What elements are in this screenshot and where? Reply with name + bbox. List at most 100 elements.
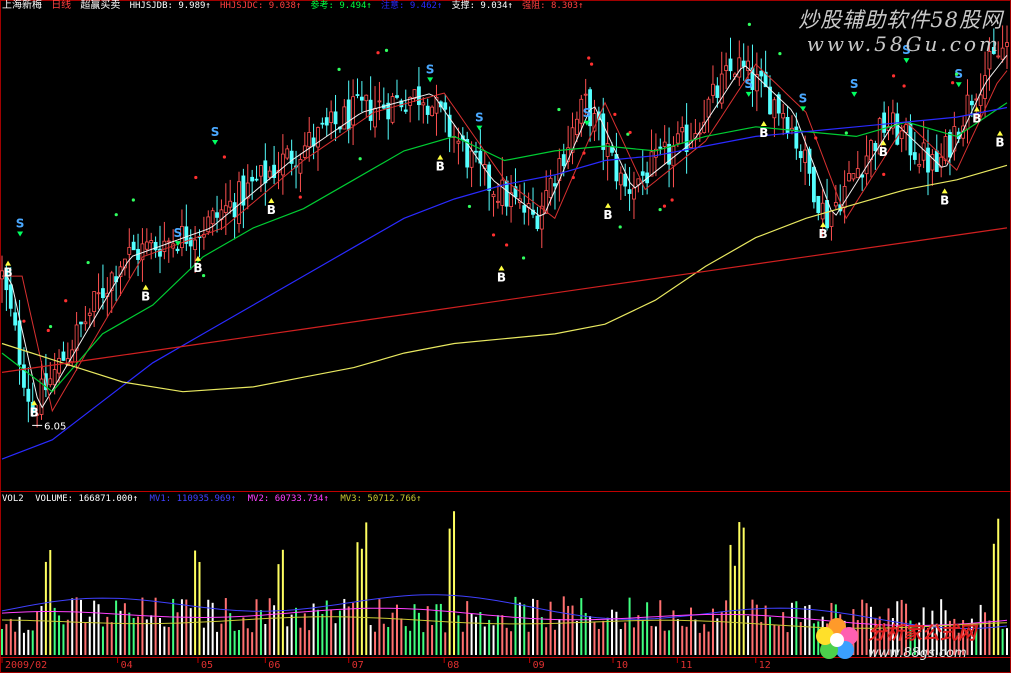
marker-dot (46, 328, 50, 333)
volume-bar (773, 624, 776, 655)
volume-bar (259, 609, 262, 655)
x-tick-label: 07 (352, 660, 364, 671)
candle-body (316, 127, 320, 148)
volume-bar (220, 623, 223, 655)
volume-bar (474, 616, 477, 655)
low-price-label: 6.05 (44, 421, 66, 432)
candle-body (175, 248, 180, 252)
candle-body (52, 369, 57, 386)
x-tick-label: 06 (268, 660, 280, 671)
volume-bar (992, 543, 995, 655)
volume-bar (553, 629, 556, 655)
volume-bar (650, 625, 653, 655)
volume-bar (62, 624, 65, 655)
marker-dot (582, 151, 586, 155)
candle-body (711, 83, 715, 96)
volume-bar (14, 631, 17, 655)
volume-bar (786, 632, 789, 655)
volume-bar (720, 611, 723, 655)
volume-bar (334, 623, 337, 655)
volume-bar (593, 622, 596, 655)
period-label: 日线 (51, 0, 72, 11)
volume-bar (659, 600, 662, 655)
marker-dot (384, 48, 389, 52)
volume-bar (281, 549, 284, 655)
candle-body (908, 123, 913, 156)
candle-body (912, 152, 917, 160)
volume-bar (628, 597, 631, 655)
candle-body (618, 172, 623, 186)
mv1-value: MV1: 110935.969↑ (149, 494, 237, 504)
marker-dot (557, 107, 561, 112)
watermark-bottom-title: 分析家公式网 (868, 623, 976, 644)
volume-bar (1006, 628, 1008, 655)
candle-body (101, 288, 105, 299)
volume-bar (365, 522, 368, 655)
volume-bar (997, 518, 1000, 655)
volume-bar (1001, 628, 1004, 655)
marker-dot (86, 260, 90, 265)
buy-signal-label: B (819, 227, 828, 241)
volume-bar (417, 612, 420, 655)
volume-bar (382, 623, 385, 655)
candle-body (706, 98, 711, 118)
marker-dot (628, 130, 632, 135)
volume-bar (654, 626, 657, 655)
indicator-value-6: 强阻: 8.303↑ (522, 1, 584, 11)
volume-bar (128, 612, 131, 655)
volume-bar (400, 618, 403, 655)
volume-bar (321, 614, 324, 655)
candle-body (996, 55, 1001, 58)
volume-bar (769, 616, 772, 655)
candle-body (662, 141, 667, 147)
candle-body (324, 117, 329, 126)
volume-bar (782, 612, 785, 655)
volume-bar (523, 604, 526, 655)
volume-bar (93, 600, 96, 655)
volume-bar (273, 605, 276, 655)
candle-body (456, 140, 461, 144)
candle-body (355, 94, 360, 96)
marker-dot (48, 324, 53, 329)
candle-body (553, 183, 557, 187)
volume-bar (716, 618, 719, 655)
volume-header: VOL2 VOLUME: 166871.000↑ MV1: 110935.969… (2, 493, 428, 507)
volume-bar (466, 601, 469, 655)
volume-bar (123, 603, 126, 655)
buy-signal-label: B (30, 405, 39, 419)
candle-body (307, 131, 312, 148)
marker-dot (618, 225, 622, 229)
candle-body (395, 95, 399, 98)
candle-body (522, 205, 527, 213)
marker-dot (589, 62, 594, 66)
volume-bar (180, 599, 183, 655)
volume-bar (110, 622, 113, 655)
volume-bar (404, 626, 407, 655)
volume-bar (694, 619, 697, 655)
volume-bar (514, 596, 517, 655)
candle-body (978, 94, 983, 106)
candle-body (728, 58, 733, 72)
volume-indicator-name: VOL2 (2, 494, 24, 504)
volume-bar (505, 627, 508, 655)
volume-bar (189, 608, 192, 655)
price-header: 上海新梅 日线 超赢买卖 HHJSJDB: 9.989↑ HHJSJDC: 9.… (2, 0, 590, 14)
candle-body (351, 96, 355, 126)
volume-bar (681, 625, 684, 655)
sell-signal-label: S (799, 91, 808, 105)
marker-dot (891, 74, 896, 78)
volume-bar (580, 598, 583, 655)
volume-bar (685, 626, 688, 655)
marker-dot (467, 204, 472, 209)
buy-signal-label: B (193, 261, 202, 275)
candle-body (969, 100, 974, 106)
candle-body (1000, 47, 1005, 60)
volume-bar (150, 615, 153, 655)
candle-body (83, 321, 88, 325)
volume-bar (84, 622, 87, 655)
volume-bar (571, 605, 574, 655)
marker-dot (505, 243, 509, 247)
candle-body (329, 111, 334, 123)
sell-signal-label: S (850, 77, 859, 91)
buy-signal-label: B (267, 203, 276, 217)
